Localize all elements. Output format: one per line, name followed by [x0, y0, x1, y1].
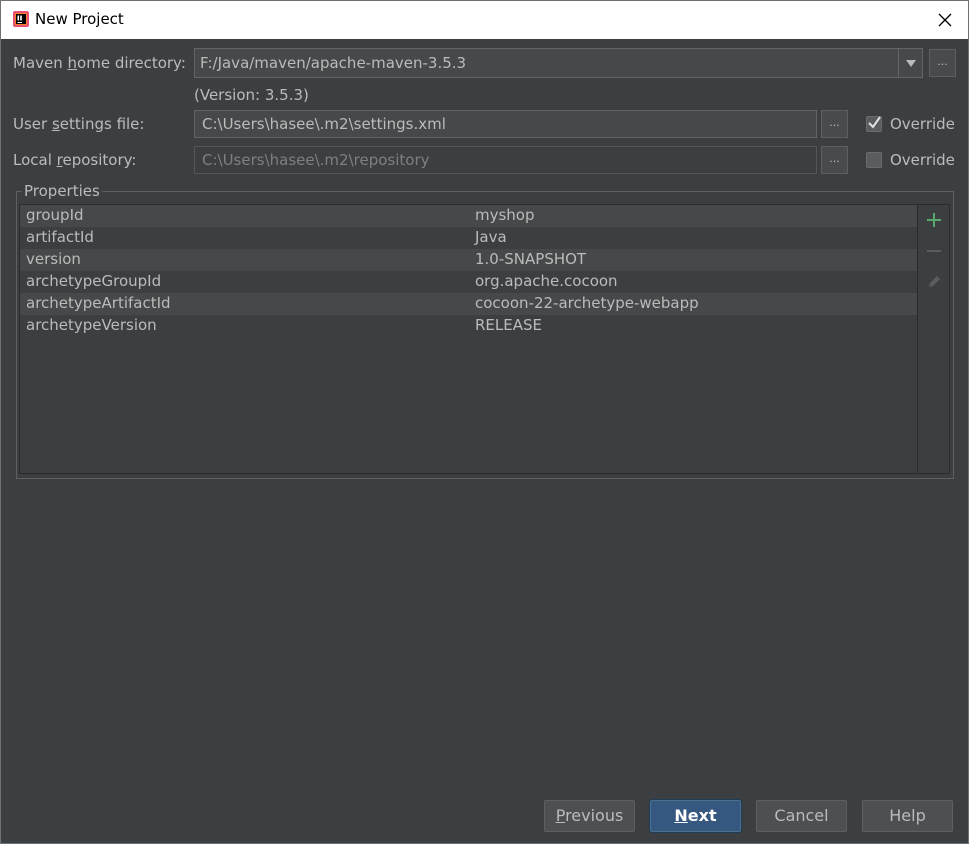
property-key: archetypeGroupId [26, 272, 162, 290]
mnemonic: N [674, 806, 688, 825]
label-part: epository: [62, 151, 137, 169]
intellij-icon [13, 11, 29, 27]
properties-table: groupId myshop artifactId Java version 1… [19, 204, 918, 474]
button-label: revious [565, 806, 624, 825]
repo-override-checkbox[interactable] [866, 152, 882, 168]
table-row[interactable]: archetypeGroupId org.apache.cocoon [20, 271, 917, 293]
user-settings-value: C:\Users\hasee\.m2\settings.xml [202, 115, 446, 133]
label-part: Local [13, 151, 57, 169]
label-part: ettings file: [59, 115, 145, 133]
label-part: ome directory: [77, 54, 186, 72]
help-button[interactable]: Help [862, 800, 953, 832]
local-repository-label: Local repository: [13, 151, 136, 169]
close-button[interactable] [922, 1, 968, 39]
property-key: version [26, 250, 81, 268]
user-settings-label: User settings file: [13, 115, 144, 133]
previous-button[interactable]: Previous [544, 800, 635, 832]
property-value: 1.0-SNAPSHOT [475, 250, 587, 268]
button-label: ext [687, 806, 717, 825]
close-icon [938, 13, 952, 27]
new-project-dialog: New Project Maven home directory: F:/Jav… [0, 0, 969, 844]
mnemonic: h [67, 54, 78, 72]
label-part: Maven [13, 54, 68, 72]
maven-version-text: (Version: 3.5.3) [194, 86, 309, 104]
user-settings-field[interactable]: C:\Users\hasee\.m2\settings.xml [194, 110, 817, 138]
mnemonic: s [51, 115, 60, 133]
minus-icon[interactable] [926, 243, 942, 259]
combo-dropdown-button[interactable] [898, 48, 923, 78]
property-value: org.apache.cocoon [475, 272, 618, 290]
local-repository-browse-button[interactable]: ... [821, 146, 848, 174]
title-bar: New Project [1, 1, 968, 39]
property-value: Java [475, 228, 507, 246]
mnemonic: P [555, 806, 566, 825]
next-button[interactable]: Next [650, 800, 741, 832]
table-row[interactable]: version 1.0-SNAPSHOT [20, 249, 917, 271]
dropdown-arrow-icon [906, 59, 916, 67]
local-repository-value: C:\Users\hasee\.m2\repository [202, 151, 430, 169]
maven-home-value: F:/Java/maven/apache-maven-3.5.3 [200, 54, 467, 72]
properties-toolbar [918, 204, 950, 474]
table-row[interactable]: artifactId Java [20, 227, 917, 249]
settings-override-checkbox[interactable] [866, 116, 882, 132]
pencil-icon[interactable] [926, 274, 942, 290]
property-key: archetypeVersion [26, 316, 157, 334]
table-row[interactable]: groupId myshop [20, 205, 917, 227]
properties-title: Properties [22, 182, 102, 200]
cancel-button[interactable]: Cancel [756, 800, 847, 832]
local-repository-field[interactable]: C:\Users\hasee\.m2\repository [194, 146, 817, 174]
window-title: New Project [35, 10, 124, 28]
plus-icon[interactable] [926, 212, 942, 228]
settings-override-label: Override [890, 115, 955, 133]
table-row[interactable]: archetypeArtifactId cocoon-22-archetype-… [20, 293, 917, 315]
maven-home-combo[interactable]: F:/Java/maven/apache-maven-3.5.3 [194, 48, 923, 78]
repo-override-label: Override [890, 151, 955, 169]
maven-home-browse-button[interactable]: ... [929, 49, 956, 77]
label-part: User [13, 115, 52, 133]
table-row[interactable]: archetypeVersion RELEASE [20, 315, 917, 337]
maven-home-label: Maven home directory: [13, 54, 186, 72]
user-settings-browse-button[interactable]: ... [821, 110, 848, 138]
property-key: archetypeArtifactId [26, 294, 171, 312]
property-value: myshop [475, 206, 535, 224]
property-value: RELEASE [475, 316, 542, 334]
checkmark-icon [868, 116, 881, 129]
property-value: cocoon-22-archetype-webapp [475, 294, 699, 312]
property-key: groupId [26, 206, 84, 224]
property-key: artifactId [26, 228, 94, 246]
